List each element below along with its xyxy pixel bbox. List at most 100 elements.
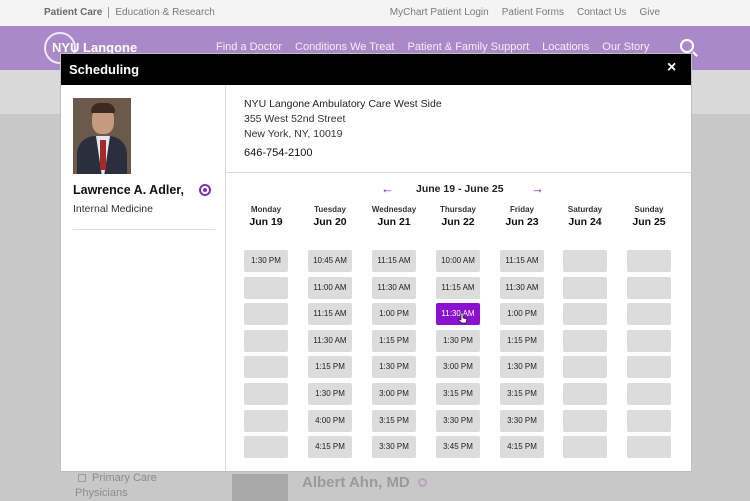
day-date: Jun 22 [441, 216, 475, 228]
time-slot[interactable]: 1:30 PM [308, 383, 352, 405]
doctor-specialty: Internal Medicine [73, 203, 153, 215]
empty-slot [563, 250, 607, 272]
next-week-arrow-icon[interactable]: → [531, 181, 544, 196]
empty-slot [563, 356, 607, 378]
empty-slot [627, 410, 671, 432]
time-slot[interactable]: 3:15 PM [436, 383, 480, 405]
top-utility-bar: Patient Care Education & Research MyChar… [0, 0, 750, 26]
time-slot[interactable]: 1:00 PM [372, 303, 416, 325]
time-slot[interactable]: 11:15 AM [500, 250, 544, 272]
day-header: Sunday Jun 25 [625, 205, 673, 228]
time-slot[interactable]: 1:15 PM [308, 356, 352, 378]
badge-icon [417, 478, 427, 487]
empty-slot [627, 277, 671, 299]
contact-us-link[interactable]: Contact Us [577, 7, 626, 18]
location-street: 355 West 52nd Street [244, 113, 346, 125]
time-slot[interactable]: 4:15 PM [308, 436, 352, 458]
time-slot[interactable]: 1:30 PM [436, 330, 480, 352]
give-link[interactable]: Give [639, 7, 660, 18]
modal-title: Scheduling [69, 62, 140, 77]
time-slot[interactable]: 10:45 AM [308, 250, 352, 272]
nav-patient-support[interactable]: Patient & Family Support [408, 41, 530, 53]
time-slot[interactable]: 3:30 PM [372, 436, 416, 458]
empty-slot [244, 356, 288, 378]
modal-header: Scheduling × [61, 54, 691, 85]
time-slot[interactable]: 4:15 PM [500, 436, 544, 458]
utility-links: MyChart Patient Login Patient Forms Cont… [390, 7, 660, 18]
time-slot[interactable]: 1:15 PM [500, 330, 544, 352]
checkbox-icon[interactable] [78, 474, 86, 483]
time-slot[interactable]: 3:30 PM [500, 410, 544, 432]
nav-locations[interactable]: Locations [542, 41, 589, 53]
time-slot[interactable]: 3:30 PM [436, 410, 480, 432]
scheduling-modal: Scheduling × Lawrence A. Adler, Internal… [60, 53, 692, 472]
empty-slot [563, 436, 607, 458]
doctor-name[interactable]: Lawrence A. Adler, [73, 183, 184, 197]
time-slot[interactable]: 11:30 AM [372, 277, 416, 299]
day-header: Friday Jun 23 [498, 205, 546, 228]
education-research-link[interactable]: Education & Research [109, 7, 215, 18]
time-slot[interactable]: 11:00 AM [308, 277, 352, 299]
prev-week-arrow-icon[interactable]: ← [381, 181, 394, 196]
day-date: Jun 25 [632, 216, 666, 228]
close-icon[interactable]: × [667, 59, 676, 77]
doctor-photo [73, 98, 131, 174]
day-name: Friday [509, 205, 534, 214]
mychart-login-link[interactable]: MyChart Patient Login [390, 7, 489, 18]
nav-conditions[interactable]: Conditions We Treat [295, 41, 394, 53]
time-slot[interactable]: 1:30 PM [244, 250, 288, 272]
time-slot[interactable]: 1:15 PM [372, 330, 416, 352]
empty-slot [627, 356, 671, 378]
filter-primary-care[interactable]: Primary Care [78, 472, 157, 484]
next-doctor-label: Albert Ahn, MD [302, 474, 410, 491]
next-doctor-name[interactable]: Albert Ahn, MD [302, 474, 427, 491]
time-slot[interactable]: 4:00 PM [308, 410, 352, 432]
doctor-photo [232, 474, 288, 501]
day-header: Wednesday Jun 21 [370, 205, 418, 228]
time-slot[interactable]: 1:30 PM [500, 356, 544, 378]
audience-switch: Patient Care Education & Research [44, 7, 215, 18]
empty-slot [563, 410, 607, 432]
nav-our-story[interactable]: Our Story [602, 41, 649, 53]
day-header: Monday Jun 19 [242, 205, 290, 228]
time-slot[interactable]: 1:00 PM [500, 303, 544, 325]
day-header: Saturday Jun 24 [561, 205, 609, 228]
time-slot[interactable]: 3:15 PM [500, 383, 544, 405]
empty-slot [244, 436, 288, 458]
doctor-panel: Lawrence A. Adler, Internal Medicine [61, 85, 226, 471]
time-slot[interactable]: 3:15 PM [372, 410, 416, 432]
empty-slot [244, 303, 288, 325]
time-slot[interactable]: 3:45 PM [436, 436, 480, 458]
time-slot[interactable]: 11:30 AM [500, 277, 544, 299]
day-date: Jun 24 [568, 216, 602, 228]
verified-badge-icon [199, 184, 211, 196]
empty-slot [627, 250, 671, 272]
empty-slot [627, 383, 671, 405]
time-slot[interactable]: 3:00 PM [436, 356, 480, 378]
time-slot[interactable]: 11:15 AM [372, 250, 416, 272]
empty-slot [244, 277, 288, 299]
nav-find-doctor[interactable]: Find a Doctor [216, 41, 282, 53]
search-icon[interactable] [680, 39, 694, 53]
patient-forms-link[interactable]: Patient Forms [502, 7, 564, 18]
time-slot[interactable]: 11:30 AM [308, 330, 352, 352]
week-navigator: ← June 19 - June 25 → [226, 181, 691, 198]
time-slot[interactable]: 1:30 PM [372, 356, 416, 378]
empty-slot [627, 436, 671, 458]
day-date: Jun 23 [505, 216, 539, 228]
patient-care-link[interactable]: Patient Care [44, 7, 110, 18]
filter-physicians-label: Physicians [75, 487, 128, 499]
location-name: NYU Langone Ambulatory Care West Side [244, 98, 442, 110]
time-slot[interactable]: 10:00 AM [436, 250, 480, 272]
empty-slot [244, 383, 288, 405]
time-slot[interactable]: 11:15 AM [436, 277, 480, 299]
day-header: Tuesday Jun 20 [306, 205, 354, 228]
time-slot[interactable]: 11:15 AM [308, 303, 352, 325]
empty-slot [563, 383, 607, 405]
divider [73, 229, 215, 230]
empty-slot [627, 330, 671, 352]
empty-slot [563, 303, 607, 325]
time-slot[interactable]: 3:00 PM [372, 383, 416, 405]
week-range: June 19 - June 25 [416, 183, 504, 195]
location-phone[interactable]: 646-754-2100 [244, 147, 313, 159]
